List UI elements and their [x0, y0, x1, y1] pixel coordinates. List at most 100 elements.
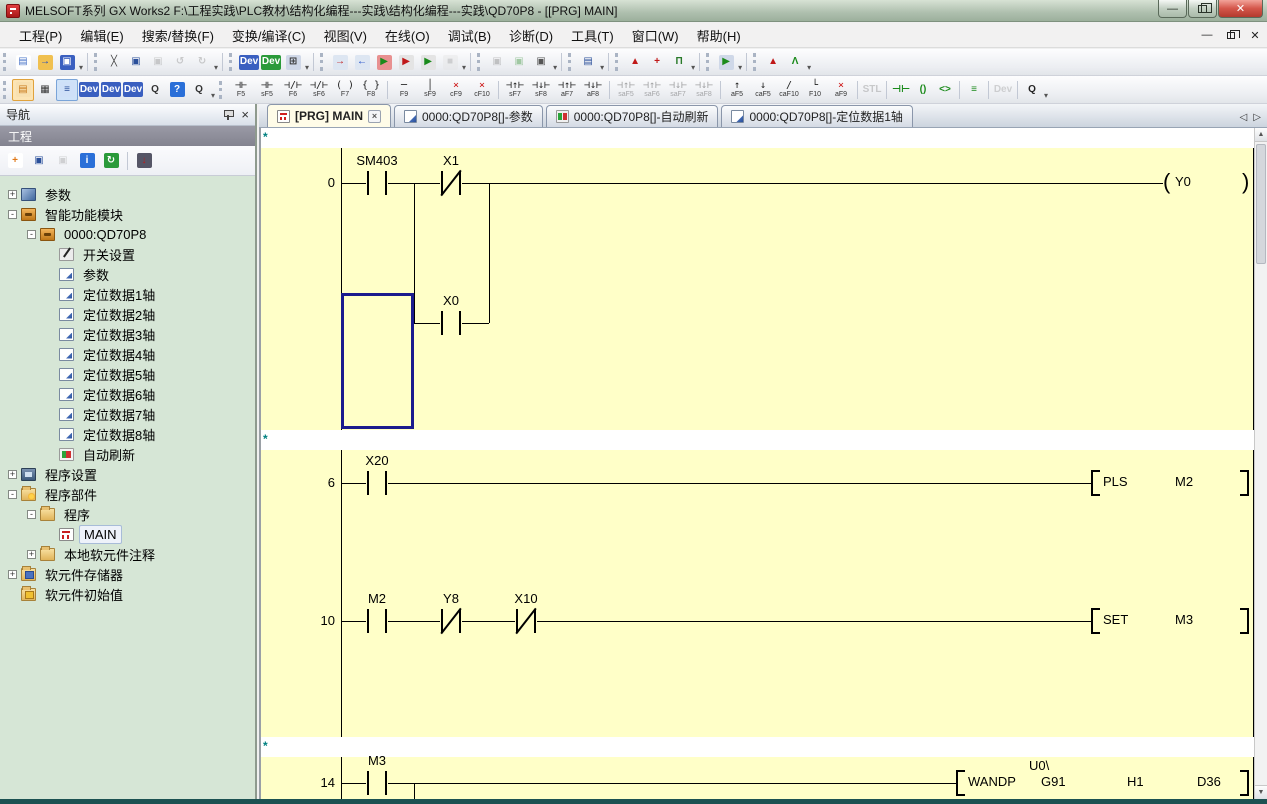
falling-pulse-branch-button[interactable]: ⊣↓⊢aF8 — [580, 77, 606, 102]
tree-item-开关设置[interactable]: +开关设置 — [0, 244, 255, 264]
tree-expander[interactable]: + — [8, 190, 17, 199]
horizontal-line-button[interactable]: ─F9 — [391, 77, 417, 102]
vertical-line-button[interactable]: │sF9 — [417, 77, 443, 102]
tab-scroll-left-button[interactable]: ◁ — [1240, 112, 1248, 123]
open-project-button[interactable]: → — [34, 51, 56, 73]
maximize-button[interactable] — [1188, 0, 1217, 18]
pulse-conversion-close-button[interactable]: ↓caF5 — [750, 77, 776, 102]
window-tile-button[interactable]: ▣ — [508, 51, 530, 73]
menu-item-4[interactable]: 变换/编译(C) — [223, 23, 315, 48]
device-registration-button[interactable]: Dev — [100, 79, 122, 101]
device-display-button[interactable]: Dev — [78, 79, 100, 101]
tree-item-参数[interactable]: +参数 — [0, 264, 255, 284]
jog-operation-button[interactable]: Π — [668, 51, 690, 73]
contact-M2[interactable] — [366, 608, 388, 634]
tab-4[interactable]: 0000:QD70P8[]-定位数据1轴 — [721, 105, 912, 127]
toolbar-overflow-chevron[interactable]: ▾ — [79, 63, 83, 75]
toolbar-overflow-chevron[interactable]: ▾ — [807, 63, 811, 75]
menu-item-7[interactable]: 调试(B) — [439, 23, 500, 48]
menu-item-6[interactable]: 在线(O) — [376, 23, 439, 48]
menu-item-10[interactable]: 窗口(W) — [623, 23, 688, 48]
monitor-stop-button[interactable]: ■ — [439, 51, 461, 73]
delete-horizontal-line-button[interactable]: ×cF9 — [443, 77, 469, 102]
menu-item-11[interactable]: 帮助(H) — [688, 23, 750, 48]
tree-item-定位数据4轴[interactable]: +定位数据4轴 — [0, 344, 255, 364]
pc-connection-button[interactable]: ▤ — [577, 51, 599, 73]
menu-item-3[interactable]: 搜索/替换(F) — [133, 23, 223, 48]
save-project-button[interactable]: ▣ — [56, 51, 78, 73]
tree-expander[interactable]: + — [8, 470, 17, 479]
ladder-canvas[interactable]: ***061014SM403X1X0X20M2Y8X10M3(Y0)PLSM2S… — [259, 128, 1254, 799]
statement-edit-button[interactable]: ≡ — [963, 79, 985, 101]
tree-item-程序部件[interactable]: -程序部件 — [0, 484, 255, 504]
mdi-minimize-button[interactable]: — — [1199, 28, 1215, 42]
scroll-up-button[interactable]: ▲ — [1255, 128, 1267, 142]
rising-pulse-close-button[interactable]: ⊣↑⊢saF5 — [613, 77, 639, 102]
contact-X1[interactable] — [440, 170, 462, 196]
instruction-operand-M3[interactable]: M3 — [1175, 612, 1193, 627]
window-title-bar[interactable]: MELSOFT系列 GX Works2 F:\工程实践\PLC教材\结构化编程-… — [0, 0, 1267, 22]
toolbar-overflow-chevron[interactable]: ▾ — [691, 63, 695, 75]
tree-item-程序设置[interactable]: +程序设置 — [0, 464, 255, 484]
tree-item-0000:QD70P8[interactable]: -0000:QD70P8 — [0, 224, 255, 244]
delete-vertical-line-button[interactable]: ×cF10 — [469, 77, 495, 102]
toolbar-overflow-chevron[interactable]: ▾ — [738, 63, 742, 75]
sort-data-button[interactable]: ↓ — [133, 150, 155, 172]
toolbar-overflow-chevron[interactable]: ▾ — [553, 63, 557, 75]
wave-trace-button[interactable]: ▲ — [762, 51, 784, 73]
device-comment-edit-button[interactable]: Dev — [992, 79, 1014, 101]
list-display-mode-button[interactable]: ≡ — [56, 79, 78, 101]
instruction-operand-D36[interactable]: D36 — [1197, 774, 1221, 789]
tree-item-参数[interactable]: +参数 — [0, 184, 255, 204]
tree-item-定位数据6轴[interactable]: +定位数据6轴 — [0, 384, 255, 404]
device-watch-button[interactable]: Dev — [122, 79, 144, 101]
tab-2[interactable]: 0000:QD70P8[]-参数 — [394, 105, 543, 127]
new-data-button[interactable]: + — [4, 150, 26, 172]
ladder-section-3[interactable]: * — [259, 430, 1254, 450]
find-button[interactable]: Q — [188, 79, 210, 101]
positioning-test-button[interactable]: + — [646, 51, 668, 73]
invert-operation-results-button[interactable]: /caF10 — [776, 77, 802, 102]
tree-item-智能功能模块[interactable]: -智能功能模块 — [0, 204, 255, 224]
minimize-button[interactable]: — — [1158, 0, 1187, 18]
pulse-conversion-button[interactable]: ↑aF5 — [724, 77, 750, 102]
tab-scroll-right-button[interactable]: ▷ — [1253, 112, 1261, 123]
toolbar-overflow-chevron[interactable]: ▾ — [305, 63, 309, 75]
instruction-operand-PLS[interactable]: PLS — [1103, 474, 1128, 489]
instruction-operand-SET[interactable]: SET — [1103, 612, 1128, 627]
application-instruction-button[interactable]: { }F8 — [358, 77, 384, 102]
tree-item-MAIN[interactable]: +MAIN — [0, 524, 255, 544]
device-monitor-button[interactable]: Dev — [260, 51, 282, 73]
tab-close-button[interactable]: × — [368, 110, 381, 123]
menu-item-8[interactable]: 诊断(D) — [500, 23, 562, 48]
scroll-down-button[interactable]: ▼ — [1255, 785, 1267, 799]
closed-contact-button[interactable]: ⊣/⊢F6 — [280, 77, 306, 102]
delete-line-button[interactable]: ×aF9 — [828, 77, 854, 102]
monitor-mode-button[interactable]: ▶ — [373, 51, 395, 73]
zoom-function-button[interactable]: Q — [1021, 79, 1043, 101]
tree-item-自动刷新[interactable]: +自动刷新 — [0, 444, 255, 464]
positioning-monitor-button[interactable]: ▲ — [624, 51, 646, 73]
project-section-header[interactable]: 工程 — [0, 126, 255, 146]
rising-pulse-button[interactable]: ⊣↑⊢sF7 — [502, 77, 528, 102]
contact-SM403[interactable] — [366, 170, 388, 196]
rising-pulse-branch-button[interactable]: ⊣↑⊢aF7 — [554, 77, 580, 102]
contact-Y8[interactable] — [440, 608, 462, 634]
instruction-operand-M2[interactable]: M2 — [1175, 474, 1193, 489]
contact-M3[interactable] — [366, 770, 388, 796]
tree-item-软元件初始值[interactable]: +软元件初始值 — [0, 584, 255, 604]
toolbar-overflow-chevron[interactable]: ▾ — [600, 63, 604, 75]
mdi-restore-button[interactable] — [1223, 28, 1239, 42]
open-branch-button[interactable]: ⊣⊢sF5 — [254, 77, 280, 102]
paste-button[interactable]: ▣ — [147, 51, 169, 73]
tab-3[interactable]: 0000:QD70P8[]-自动刷新 — [546, 105, 719, 127]
contact-X10[interactable] — [515, 608, 537, 634]
write-to-plc-button[interactable]: → — [329, 51, 351, 73]
tree-item-软元件存储器[interactable]: +软元件存储器 — [0, 564, 255, 584]
tab-1[interactable]: [PRG] MAIN× — [267, 104, 391, 127]
falling-pulse-close-button[interactable]: ⊣↓⊢saF7 — [665, 77, 691, 102]
open-contact-button[interactable]: ⊣⊢F5 — [228, 77, 254, 102]
tree-item-定位数据2轴[interactable]: +定位数据2轴 — [0, 304, 255, 324]
device-comment-display-button[interactable]: Dev — [238, 51, 260, 73]
tree-item-程序[interactable]: -程序 — [0, 504, 255, 524]
